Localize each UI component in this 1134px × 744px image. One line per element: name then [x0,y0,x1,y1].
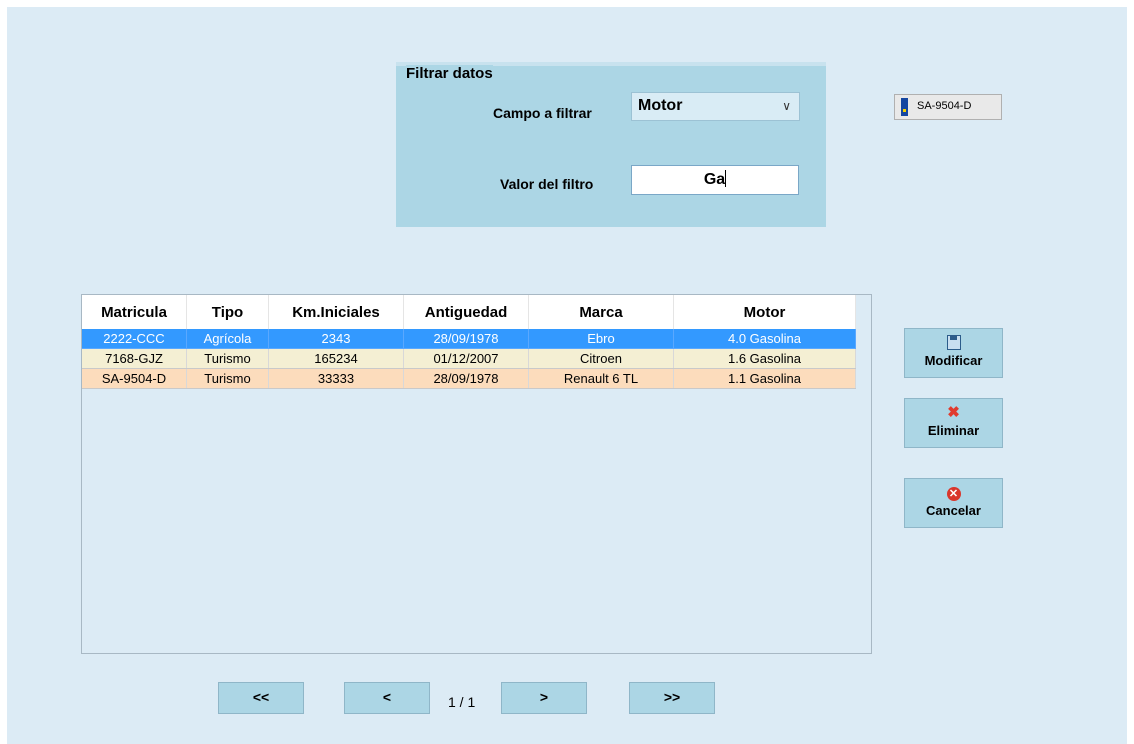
page-indicator: 1 / 1 [448,694,476,710]
filter-value-input[interactable]: Ga [631,165,799,195]
table-header: Matricula Tipo Km.Iniciales Antiguedad M… [82,295,856,329]
prev-page-button[interactable]: < [344,682,430,714]
column-header-motor[interactable]: Motor [673,295,856,329]
table-row[interactable]: SA-9504-D Turismo 33333 28/09/1978 Renau… [82,368,856,389]
field-select-value: Motor [638,97,683,114]
column-header-km[interactable]: Km.Iniciales [268,295,404,329]
plate-button-label: SA-9504-D [917,100,972,112]
cell-matricula: 2222-CCC [82,329,187,349]
eu-plate-icon [901,98,908,116]
first-page-button[interactable]: << [218,682,304,714]
cell-marca: Citroen [528,348,674,369]
cell-marca: Ebro [528,329,674,349]
cell-marca: Renault 6 TL [528,368,674,389]
filter-value-text: Ga [703,171,726,188]
save-icon [905,335,1002,351]
value-label: Valor del filtro [500,176,594,192]
column-header-marca[interactable]: Marca [528,295,674,329]
cell-antiguedad: 28/09/1978 [403,329,529,349]
cell-antiguedad: 28/09/1978 [403,368,529,389]
text-caret [725,170,727,187]
vehicles-grid[interactable]: Matricula Tipo Km.Iniciales Antiguedad M… [81,294,872,654]
cell-matricula: 7168-GJZ [82,348,187,369]
delete-button[interactable]: ✖ Eliminar [904,398,1003,448]
delete-icon: ✖ [947,404,960,421]
cell-tipo: Turismo [186,368,269,389]
modify-button-label: Modificar [924,353,983,368]
column-header-tipo[interactable]: Tipo [186,295,269,329]
cell-matricula: SA-9504-D [82,368,187,389]
cell-tipo: Turismo [186,348,269,369]
cell-km: 165234 [268,348,404,369]
cell-antiguedad: 01/12/2007 [403,348,529,369]
delete-button-label: Eliminar [927,423,980,438]
vehicles-table: Matricula Tipo Km.Iniciales Antiguedad M… [82,295,856,389]
table-row[interactable]: 7168-GJZ Turismo 165234 01/12/2007 Citro… [82,348,856,369]
field-label: Campo a filtrar [493,105,592,121]
field-select[interactable]: Motor ∨ [631,92,800,121]
modify-button[interactable]: Modificar [904,328,1003,378]
cancel-button[interactable]: ✕ Cancelar [904,478,1003,528]
cancel-button-label: Cancelar [926,503,981,518]
cancel-icon: ✕ [905,485,1002,501]
cell-motor: 1.1 Gasolina [673,368,856,389]
cell-km: 2343 [268,329,404,349]
filter-group: Filtrar datos [396,62,826,227]
last-page-button[interactable]: >> [629,682,715,714]
cell-tipo: Agrícola [186,329,269,349]
cell-motor: 4.0 Gasolina [673,329,856,349]
next-page-button[interactable]: > [501,682,587,714]
table-row[interactable]: 2222-CCC Agrícola 2343 28/09/1978 Ebro 4… [82,329,856,349]
plate-button[interactable]: SA-9504-D [894,94,1002,120]
column-header-matricula[interactable]: Matricula [82,295,187,329]
column-header-antiguedad[interactable]: Antiguedad [403,295,529,329]
cell-km: 33333 [268,368,404,389]
chevron-down-icon: ∨ [782,99,791,113]
filter-legend: Filtrar datos [406,65,493,82]
cell-motor: 1.6 Gasolina [673,348,856,369]
